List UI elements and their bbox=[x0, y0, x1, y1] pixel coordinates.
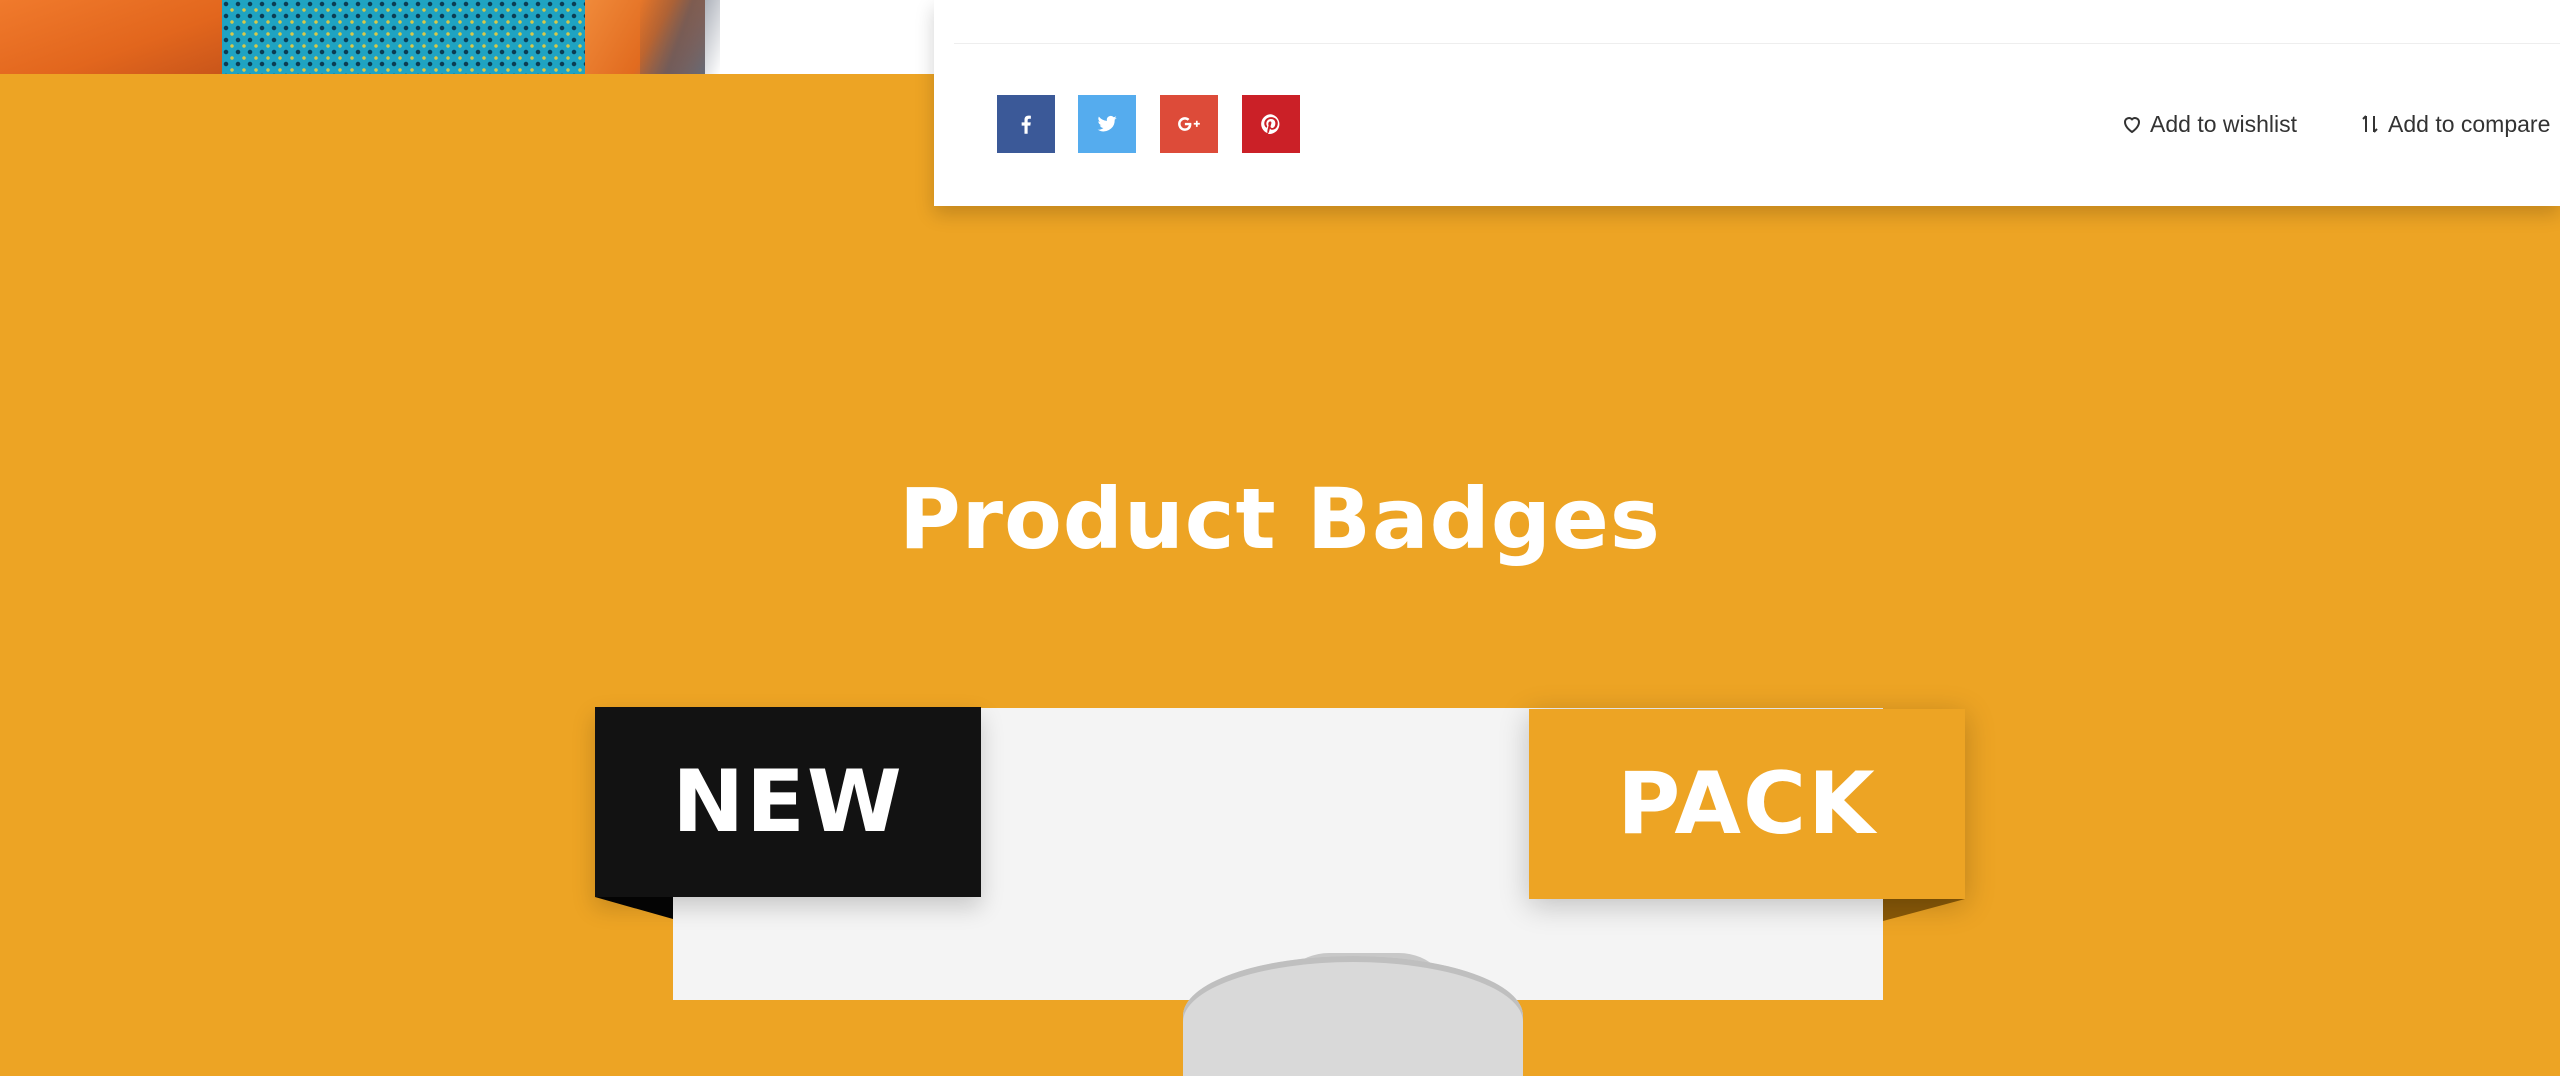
card-divider bbox=[954, 43, 2560, 44]
jacket-fabric bbox=[0, 0, 230, 74]
pack-badge-label: PACK bbox=[1617, 754, 1877, 854]
patterned-scarf bbox=[222, 0, 592, 74]
share-facebook-button[interactable] bbox=[997, 95, 1055, 153]
wishlist-label: Add to wishlist bbox=[2150, 110, 2298, 137]
pinterest-icon bbox=[1261, 114, 1280, 134]
twitter-icon bbox=[1097, 115, 1117, 132]
product-info-card: Add to wishlist Add to compare bbox=[934, 0, 2560, 206]
add-to-compare-link[interactable]: Add to compare bbox=[2358, 108, 2550, 140]
product-photo bbox=[0, 0, 934, 74]
share-pinterest-button[interactable] bbox=[1242, 95, 1300, 153]
photo-shadow bbox=[640, 0, 720, 74]
badge-fold-right bbox=[1883, 899, 1965, 921]
compare-label: Add to compare bbox=[2388, 110, 2551, 137]
section-title: Product Badges bbox=[899, 470, 1661, 568]
new-badge: NEW bbox=[595, 707, 981, 897]
add-to-wishlist-link[interactable]: Add to wishlist bbox=[2120, 108, 2297, 140]
product-item bbox=[1183, 956, 1523, 1076]
google-plus-icon bbox=[1178, 117, 1200, 131]
share-google-plus-button[interactable] bbox=[1160, 95, 1218, 153]
new-badge-label: NEW bbox=[672, 752, 904, 852]
share-twitter-button[interactable] bbox=[1078, 95, 1136, 153]
heart-icon bbox=[2123, 117, 2141, 134]
badge-fold-left bbox=[595, 897, 673, 919]
compare-arrows-icon bbox=[2362, 115, 2378, 133]
pack-badge: PACK bbox=[1529, 709, 1965, 899]
facebook-icon bbox=[1021, 115, 1031, 134]
